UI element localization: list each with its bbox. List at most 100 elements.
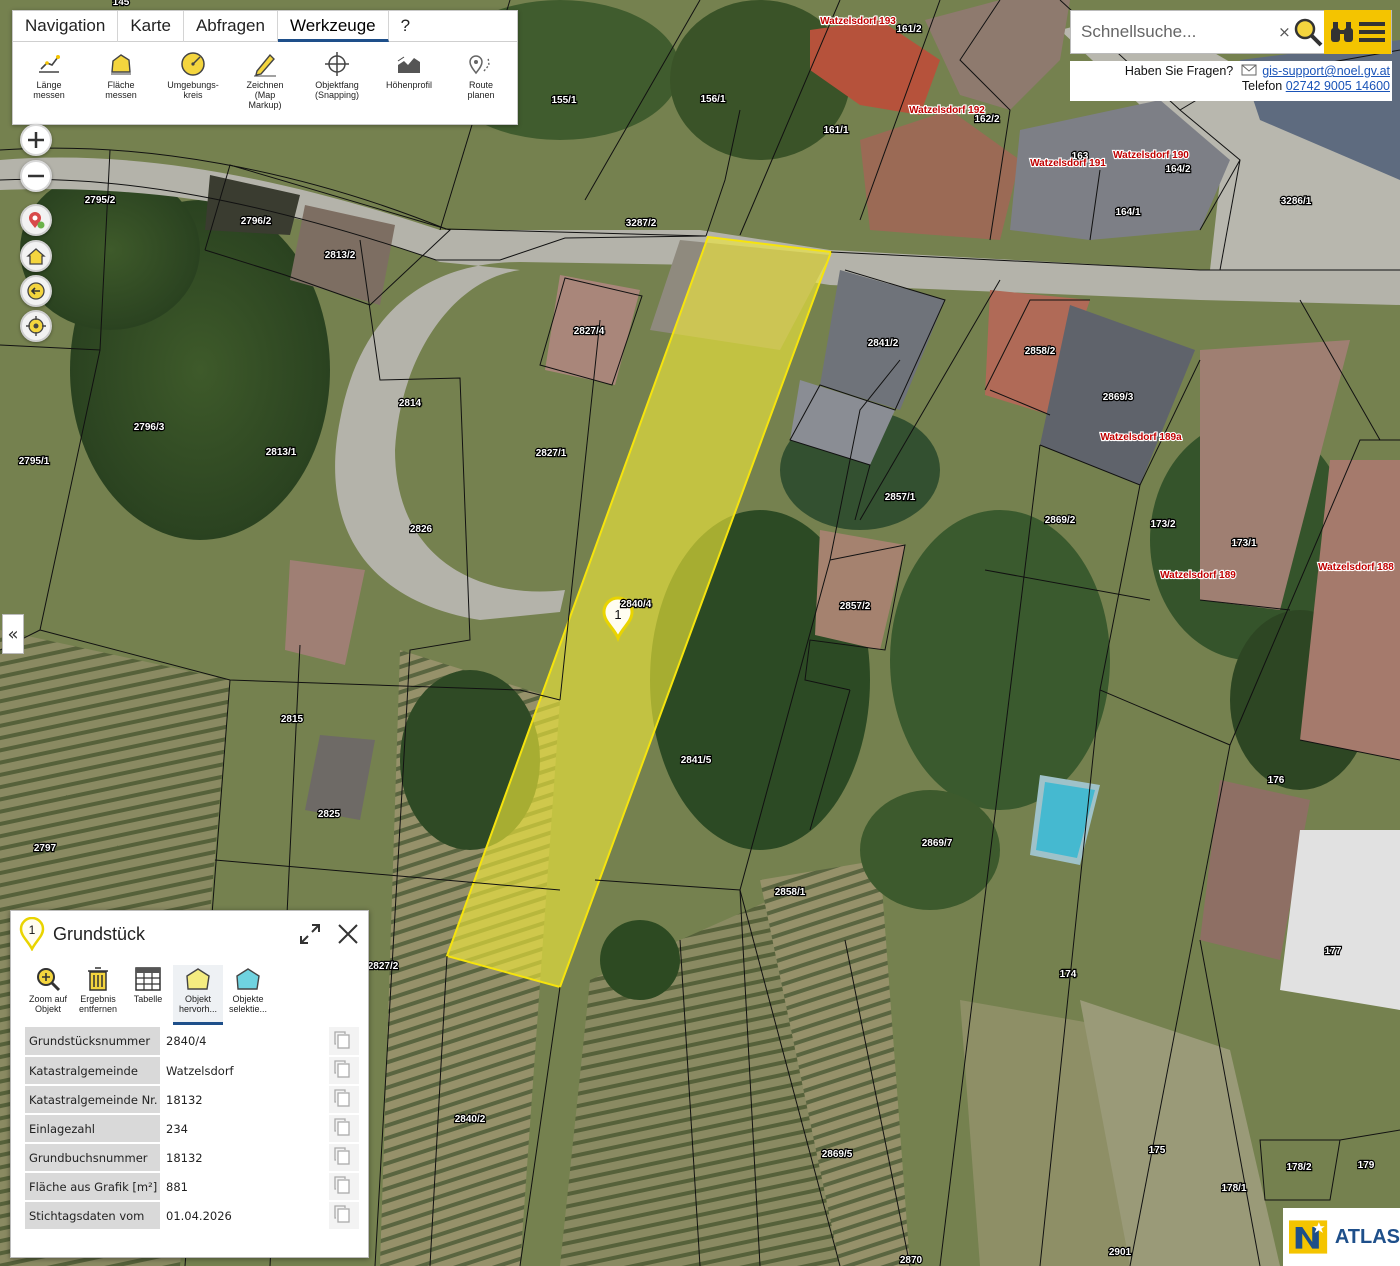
info-panel-title: Grundstück: [53, 923, 146, 944]
search-button[interactable]: [1292, 12, 1324, 52]
clear-search-button[interactable]: ×: [1277, 23, 1292, 41]
tool-label: Route planen: [467, 80, 495, 100]
main-menu-button[interactable]: [1323, 10, 1391, 54]
trash-icon: [84, 965, 112, 993]
locate-me-button[interactable]: [20, 310, 52, 342]
route-button[interactable]: Route planen: [445, 50, 517, 110]
attribute-row: Katastralgemeinde Nr. 18132: [25, 1085, 359, 1115]
parcel-number-label: 2858/1: [775, 887, 806, 898]
phone-label: Telefon: [1241, 79, 1283, 93]
zoom-in-button[interactable]: [20, 124, 52, 156]
tool-label: Umgebungs- kreis: [167, 80, 219, 100]
envelope-icon: [1241, 64, 1257, 76]
parcel-number-label: 173/2: [1150, 519, 1175, 530]
copy-icon: [334, 1030, 350, 1049]
location-layers-button[interactable]: [20, 204, 52, 236]
attribute-value: 18132: [160, 1085, 329, 1115]
copy-button[interactable]: [329, 1201, 359, 1231]
attribute-row: Stichtagsdaten vom 01.04.2026: [25, 1201, 359, 1231]
attribute-value: 234: [160, 1114, 329, 1144]
highlight-object-button[interactable]: Objekt hervorh...: [173, 965, 223, 1025]
highlight-object-icon: [184, 965, 212, 993]
parcel-number-label: 156/1: [700, 94, 725, 105]
parcel-number-label: 2869/3: [1103, 392, 1134, 403]
parcel-number-label: 2796/3: [134, 422, 165, 433]
expand-icon[interactable]: [298, 922, 322, 946]
copy-button[interactable]: [329, 1056, 359, 1086]
select-objects-icon: [234, 965, 262, 993]
tool-label: Objekte selektie...: [228, 994, 268, 1014]
radius-button[interactable]: Umgebungs- kreis: [157, 50, 229, 110]
zoom-out-button[interactable]: [20, 160, 52, 192]
support-phone-link[interactable]: 02742 9005 14600: [1286, 79, 1390, 93]
copy-button[interactable]: [329, 1172, 359, 1202]
parcel-number-label: 2858/2: [1025, 346, 1056, 357]
home-button[interactable]: [20, 240, 52, 272]
parcel-number-label: 2797: [34, 843, 57, 854]
parcel-number-label: 3286/1: [1281, 196, 1312, 207]
tab-werkzeuge[interactable]: Werkzeuge: [277, 11, 389, 42]
support-email-link[interactable]: gis-support@noel.gv.at: [1262, 64, 1390, 78]
address-label: Watzelsdorf 189a: [1100, 432, 1182, 443]
attribute-key: Katastralgemeinde Nr.: [25, 1085, 161, 1115]
copy-button[interactable]: [329, 1027, 359, 1057]
back-arrow-icon: [27, 282, 45, 300]
copy-icon: [334, 1205, 350, 1223]
snapping-button[interactable]: Objektfang (Snapping): [301, 50, 373, 110]
tool-label: Fläche messen: [105, 80, 137, 100]
binoculars-icon: [1331, 22, 1354, 42]
zoom-to-object-icon: [34, 965, 62, 993]
quick-search: ×: [1070, 10, 1392, 54]
measure-area-button[interactable]: Fläche messen: [85, 50, 157, 110]
crosshair-icon: [323, 50, 351, 78]
parcel-number-label: 178/1: [1221, 1183, 1246, 1194]
attribute-key: Einlagezahl: [25, 1114, 161, 1144]
parcel-number-label: 2795/2: [85, 195, 116, 206]
copy-button[interactable]: [329, 1085, 359, 1115]
tool-label: Objektfang (Snapping): [314, 80, 360, 100]
address-label: Watzelsdorf 191: [1030, 158, 1106, 169]
copy-button[interactable]: [329, 1114, 359, 1144]
help-box: Haben Sie Fragen? gis-support@noel.gv.at…: [1070, 61, 1392, 101]
parcel-number-label: 177: [1325, 946, 1342, 957]
noe-logo-icon: [1289, 1220, 1328, 1254]
collapse-panel-button[interactable]: «: [2, 614, 24, 654]
search-input[interactable]: [1081, 22, 1277, 42]
zoom-to-object-button[interactable]: Zoom auf Objekt: [23, 965, 73, 1025]
address-label: Watzelsdorf 189: [1160, 570, 1236, 581]
table-button[interactable]: Tabelle: [123, 965, 173, 1025]
elevation-profile-button[interactable]: Höhenprofil: [373, 50, 445, 110]
parcel-number-label: 175: [1149, 1145, 1166, 1156]
draw-markup-button[interactable]: Zeichnen (Map Markup): [229, 50, 301, 110]
attribute-row: Grundstücksnummer 2840/4: [25, 1027, 359, 1057]
copy-button[interactable]: [329, 1143, 359, 1173]
attribute-value: 881: [160, 1172, 329, 1202]
tool-label: Höhenprofil: [385, 80, 433, 90]
parcel-number-label: 2869/2: [1045, 515, 1076, 526]
attribute-value: 2840/4: [160, 1027, 329, 1057]
parcel-number-label: 155/1: [551, 95, 576, 106]
select-objects-button[interactable]: Objekte selektie...: [223, 965, 273, 1025]
remove-result-button[interactable]: Ergebnis entfernen: [73, 965, 123, 1025]
parcel-number-label: 2841/5: [681, 755, 712, 766]
attribute-value: Watzelsdorf: [160, 1056, 329, 1086]
minus-icon: [28, 174, 44, 178]
measure-length-button[interactable]: Länge messen: [13, 50, 85, 110]
tab-help[interactable]: ?: [389, 11, 427, 42]
close-icon[interactable]: [336, 922, 360, 946]
tab-navigation[interactable]: Navigation: [13, 11, 119, 42]
attribute-value: 01.04.2026: [160, 1201, 329, 1231]
tab-abfragen[interactable]: Abfragen: [184, 11, 278, 42]
tab-karte[interactable]: Karte: [118, 11, 184, 42]
attribute-row: Fläche aus Grafik [m²] 881: [25, 1172, 359, 1202]
parcel-number-label: 2869/7: [922, 838, 953, 849]
back-button[interactable]: [20, 275, 52, 307]
attribute-row: Einlagezahl 234: [25, 1114, 359, 1144]
copy-icon: [334, 1089, 350, 1107]
measure-area-icon: [107, 50, 135, 78]
target-icon: [26, 316, 46, 336]
attribute-key: Stichtagsdaten vom: [25, 1201, 161, 1231]
address-label: Watzelsdorf 190: [1113, 150, 1189, 161]
parcel-number-label: 2795/1: [19, 456, 50, 467]
hamburger-menu-icon: [1358, 22, 1385, 42]
